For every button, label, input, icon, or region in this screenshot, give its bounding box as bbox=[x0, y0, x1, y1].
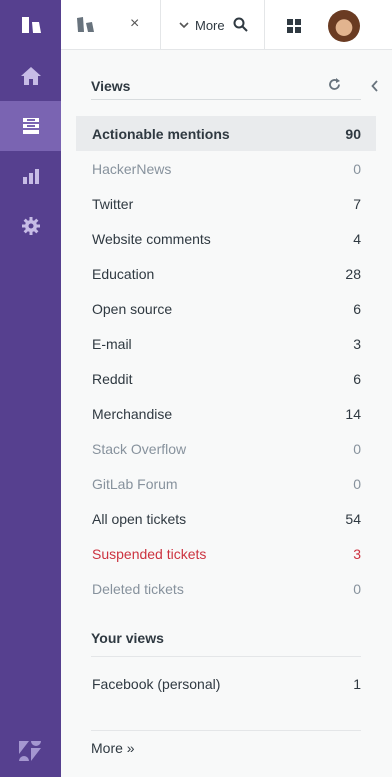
view-item-count: 14 bbox=[345, 405, 361, 422]
apps-grid-icon[interactable] bbox=[287, 19, 301, 33]
view-item-label: Education bbox=[92, 265, 155, 282]
views-title: Views bbox=[91, 78, 131, 94]
view-item-count: 4 bbox=[353, 230, 361, 247]
more-views-link[interactable]: More » bbox=[91, 740, 135, 756]
view-item-label: Deleted tickets bbox=[92, 580, 184, 597]
view-item[interactable]: Reddit 6 bbox=[76, 361, 376, 396]
view-item-label: Website comments bbox=[92, 230, 211, 247]
view-item[interactable]: GitLab Forum 0 bbox=[76, 466, 376, 501]
view-item[interactable]: Deleted tickets 0 bbox=[76, 571, 376, 606]
view-item-count: 6 bbox=[353, 370, 361, 387]
nav-reporting[interactable] bbox=[0, 151, 61, 201]
nav-views[interactable] bbox=[0, 101, 61, 151]
nav-home[interactable] bbox=[0, 51, 61, 101]
refresh-icon[interactable] bbox=[328, 78, 341, 91]
tab-logo-icon bbox=[77, 17, 94, 32]
view-item-count: 0 bbox=[353, 475, 361, 492]
close-tab-button[interactable]: × bbox=[130, 14, 139, 34]
view-item[interactable]: Facebook (personal) 1 bbox=[76, 666, 376, 701]
view-item-count: 3 bbox=[353, 545, 361, 562]
view-item[interactable]: All open tickets 54 bbox=[76, 501, 376, 536]
open-tab[interactable]: × bbox=[61, 0, 161, 50]
top-bar: × More bbox=[61, 0, 392, 50]
your-views-title: Your views bbox=[91, 630, 361, 657]
view-item-count: 28 bbox=[345, 265, 361, 282]
view-item-count: 90 bbox=[345, 125, 361, 142]
view-item[interactable]: Education 28 bbox=[76, 256, 376, 291]
view-item[interactable]: Open source 6 bbox=[76, 291, 376, 326]
gear-icon bbox=[21, 217, 40, 235]
view-item-label: Actionable mentions bbox=[92, 125, 230, 142]
view-item-label: Facebook (personal) bbox=[92, 675, 221, 692]
view-item-label: Open source bbox=[92, 300, 173, 317]
view-item-count: 0 bbox=[353, 160, 361, 177]
view-item-label: Merchandise bbox=[92, 405, 173, 422]
reporting-icon bbox=[22, 169, 39, 184]
view-item-count: 1 bbox=[353, 675, 361, 692]
view-item-count: 0 bbox=[353, 440, 361, 457]
your-views-list: Facebook (personal) 1 bbox=[76, 666, 376, 701]
view-item[interactable]: HackerNews 0 bbox=[76, 151, 376, 186]
view-item-label: E-mail bbox=[92, 335, 132, 352]
view-item-count: 6 bbox=[353, 300, 361, 317]
topbar-divider bbox=[264, 0, 265, 50]
views-list: Actionable mentions 90 HackerNews 0 Twitter 7… bbox=[76, 116, 376, 606]
view-item-count: 0 bbox=[353, 580, 361, 597]
view-item-count: 7 bbox=[353, 195, 361, 212]
views-header: Views bbox=[91, 76, 378, 100]
views-icon bbox=[22, 118, 39, 134]
more-tabs-button[interactable]: More bbox=[179, 14, 225, 36]
user-avatar[interactable] bbox=[328, 10, 360, 42]
zendesk-support-logo-icon bbox=[21, 17, 41, 33]
view-item-label: Stack Overflow bbox=[92, 440, 187, 457]
view-item-label: Reddit bbox=[92, 370, 133, 387]
nav-rail bbox=[0, 0, 61, 777]
chevron-down-icon bbox=[179, 22, 189, 29]
view-item-label: HackerNews bbox=[92, 160, 172, 177]
product-logo[interactable] bbox=[0, 0, 61, 50]
view-item-count: 54 bbox=[345, 510, 361, 527]
view-item-label: All open tickets bbox=[92, 510, 187, 527]
view-item[interactable]: Stack Overflow 0 bbox=[76, 431, 376, 466]
view-item[interactable]: Suspended tickets 3 bbox=[76, 536, 376, 571]
view-item[interactable]: E-mail 3 bbox=[76, 326, 376, 361]
collapse-panel-icon[interactable] bbox=[371, 80, 379, 92]
view-item-count: 3 bbox=[353, 335, 361, 352]
home-icon bbox=[20, 67, 41, 85]
view-item-label: Suspended tickets bbox=[92, 545, 207, 562]
views-panel: Views Actionable mentions 90 HackerNews 0 Tw… bbox=[61, 50, 392, 777]
view-item[interactable]: Merchandise 14 bbox=[76, 396, 376, 431]
view-item-label: Twitter bbox=[92, 195, 134, 212]
view-item-label: GitLab Forum bbox=[92, 475, 178, 492]
view-item[interactable]: Actionable mentions 90 bbox=[76, 116, 376, 151]
search-icon[interactable] bbox=[233, 17, 248, 32]
view-item[interactable]: Twitter 7 bbox=[76, 186, 376, 221]
zendesk-logo-icon bbox=[19, 741, 41, 761]
more-views-section: More » bbox=[91, 730, 361, 758]
more-tabs-label: More bbox=[195, 17, 225, 33]
view-item[interactable]: Website comments 4 bbox=[76, 221, 376, 256]
nav-admin[interactable] bbox=[0, 201, 61, 251]
